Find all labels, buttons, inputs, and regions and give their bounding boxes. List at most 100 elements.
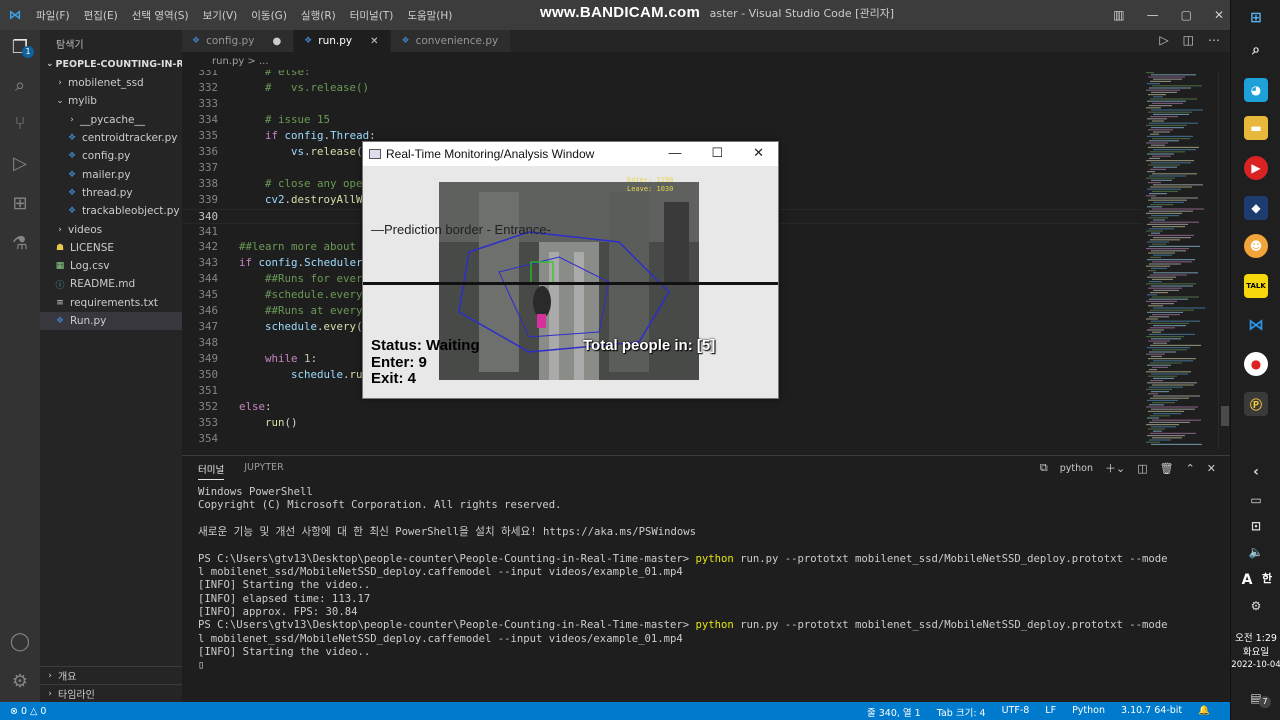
more-actions-icon[interactable]: ⋯ bbox=[1208, 33, 1220, 47]
terminal-output[interactable]: Windows PowerShell Copyright (C) Microsof… bbox=[198, 486, 1218, 673]
popup-maximize-button[interactable]: ☐ bbox=[711, 145, 723, 161]
popup-minimize-button[interactable]: — bbox=[668, 145, 681, 161]
code-line[interactable]: 334 # issue 15 bbox=[182, 113, 1142, 129]
popup-close-button[interactable]: ✕ bbox=[753, 145, 764, 161]
volume-icon[interactable]: 🔈 bbox=[1244, 540, 1268, 564]
tree-file[interactable]: ☗ LICENSE bbox=[40, 239, 182, 257]
editor-tab[interactable]: ❖ convenience.py bbox=[391, 30, 512, 52]
vscode-icon[interactable]: ⋈ bbox=[1244, 312, 1268, 336]
maximize-button[interactable]: ▢ bbox=[1181, 8, 1192, 22]
new-terminal-icon[interactable]: ＋⌄ bbox=[1105, 460, 1125, 476]
terminal-shell-label[interactable]: python bbox=[1060, 463, 1093, 474]
character-app-icon[interactable]: ☻ bbox=[1244, 234, 1268, 258]
interpreter-version[interactable]: 3.10.7 64-bit bbox=[1121, 705, 1182, 719]
menu-item[interactable]: 편집(E) bbox=[84, 8, 118, 23]
record-icon[interactable]: ● bbox=[1244, 352, 1268, 376]
cursor-position[interactable]: 줄 340, 열 1 bbox=[867, 705, 921, 719]
editor-tab[interactable]: ❖ config.py ● bbox=[182, 30, 295, 52]
run-debug-icon[interactable]: ▷ bbox=[8, 152, 32, 176]
menu-item[interactable]: 실행(R) bbox=[301, 8, 336, 23]
menu-item[interactable]: 파일(F) bbox=[36, 8, 70, 23]
trash-icon[interactable]: 🗑 bbox=[1160, 462, 1174, 475]
testing-icon[interactable]: ⚗ bbox=[8, 232, 32, 256]
split-editor-icon[interactable]: ◫ bbox=[1183, 33, 1194, 47]
menu-item[interactable]: 보기(V) bbox=[203, 8, 238, 23]
scrollbar-thumb[interactable] bbox=[1221, 406, 1229, 426]
problems-count[interactable]: ⊗ 0 △ 0 bbox=[10, 706, 46, 717]
code-line[interactable]: 352 else: bbox=[182, 400, 1142, 416]
tab-size[interactable]: Tab 크기: 4 bbox=[937, 705, 986, 719]
minimize-button[interactable]: — bbox=[1147, 8, 1159, 22]
minimap-line bbox=[1152, 173, 1197, 175]
code-line[interactable]: 332 # vs.release() bbox=[182, 81, 1142, 97]
account-icon[interactable]: ◯ bbox=[8, 630, 32, 654]
tree-file[interactable]: ≡ requirements.txt bbox=[40, 294, 182, 312]
tree-folder[interactable]: › videos bbox=[40, 220, 182, 238]
menu-item[interactable]: 터미널(T) bbox=[350, 8, 394, 23]
layout-icon[interactable]: ▥ bbox=[1113, 8, 1124, 22]
file-explorer-icon[interactable]: ▬ bbox=[1244, 116, 1268, 140]
unsaved-dot-icon[interactable]: ● bbox=[272, 36, 281, 47]
close-window-button[interactable]: ✕ bbox=[1214, 8, 1224, 22]
tree-file[interactable]: ❖ centroidtracker.py bbox=[40, 129, 182, 147]
python-icon[interactable]: Ⓟ bbox=[1244, 392, 1268, 416]
settings-gear-icon[interactable]: ⚙ bbox=[8, 670, 32, 694]
editor-tab[interactable]: ❖ run.py ✕ bbox=[294, 30, 392, 52]
encoding[interactable]: UTF-8 bbox=[1002, 705, 1030, 719]
code-line[interactable]: 354 bbox=[182, 432, 1142, 448]
tree-file[interactable]: ❖ config.py bbox=[40, 147, 182, 165]
popup-title-bar[interactable]: Real-Time Monitoring/Analysis Window — ☐… bbox=[363, 142, 778, 166]
chrome-bird-icon[interactable]: ◕ bbox=[1244, 78, 1268, 102]
network-icon[interactable]: ⊡ bbox=[1244, 514, 1268, 538]
split-terminal-icon[interactable]: ◫ bbox=[1137, 462, 1147, 475]
windows-start-icon[interactable]: ⊞ bbox=[1244, 6, 1268, 30]
maximize-panel-icon[interactable]: ⌃ bbox=[1186, 462, 1195, 475]
code-line[interactable]: 331 # else: bbox=[182, 70, 1142, 81]
chevron-left-icon[interactable]: ‹ bbox=[1244, 460, 1268, 484]
menu-item[interactable]: 선택 영역(S) bbox=[132, 8, 189, 23]
close-tab-icon[interactable]: ✕ bbox=[370, 36, 378, 47]
tree-file[interactable]: ❖ thread.py bbox=[40, 184, 182, 202]
minimap[interactable] bbox=[1142, 70, 1218, 450]
terminal-shell-icon[interactable]: ⧉ bbox=[1040, 461, 1048, 475]
menu-item[interactable]: 도움말(H) bbox=[407, 8, 452, 23]
youtube-icon[interactable]: ▶ bbox=[1244, 156, 1268, 180]
tree-file[interactable]: ▦ Log.csv bbox=[40, 257, 182, 275]
feedback-icon[interactable]: 🔔 bbox=[1198, 705, 1210, 719]
code-line[interactable]: 353 run() bbox=[182, 416, 1142, 432]
close-panel-icon[interactable]: ✕ bbox=[1207, 462, 1216, 475]
tree-file[interactable]: ❖ trackableobject.py bbox=[40, 202, 182, 220]
eol[interactable]: LF bbox=[1045, 705, 1056, 719]
editor-scrollbar[interactable] bbox=[1218, 70, 1230, 450]
search-icon[interactable]: ⌕ bbox=[1244, 38, 1268, 62]
menu-item[interactable]: 이동(G) bbox=[251, 8, 287, 23]
outline-section[interactable]: › 개요 bbox=[40, 666, 182, 684]
status-problems[interactable]: ⊗ 0 △ 0 bbox=[0, 706, 46, 717]
clock-time[interactable]: 오전 1:29 bbox=[1231, 630, 1280, 644]
tab-terminal[interactable]: 터미널 bbox=[198, 462, 225, 480]
run-python-icon[interactable]: ▷ bbox=[1159, 33, 1168, 47]
language-mode[interactable]: Python bbox=[1072, 705, 1105, 719]
project-folder-header[interactable]: ⌄ PEOPLE-COUNTING-IN-RE... bbox=[40, 54, 182, 74]
clock-date[interactable]: 2022-10-04 bbox=[1231, 660, 1280, 670]
tree-folder[interactable]: › mobilenet_ssd bbox=[40, 74, 182, 92]
tree-file[interactable]: ❖ mailer.py bbox=[40, 165, 182, 183]
ime-hangul[interactable]: 한 bbox=[1255, 566, 1279, 590]
code-line[interactable]: 333 bbox=[182, 97, 1142, 113]
settings-icon[interactable]: ⚙ bbox=[1244, 594, 1268, 618]
tab-jupyter[interactable]: JUPYTER bbox=[244, 462, 283, 480]
tree-file[interactable]: ⓘ README.md bbox=[40, 275, 182, 293]
kakaotalk-icon[interactable]: TALK bbox=[1244, 274, 1268, 298]
monitoring-window[interactable]: Real-Time Monitoring/Analysis Window — ☐… bbox=[362, 141, 779, 399]
timeline-section[interactable]: › 타임라인 bbox=[40, 684, 182, 702]
source-control-icon[interactable]: ⑂ bbox=[8, 112, 32, 136]
tree-folder[interactable]: › __pycache__ bbox=[40, 111, 182, 129]
clock-day[interactable]: 화요일 bbox=[1231, 644, 1280, 658]
tree-file[interactable]: ❖ Run.py bbox=[40, 311, 182, 331]
tree-folder[interactable]: ⌄ mylib bbox=[40, 92, 182, 110]
extensions-icon[interactable]: ⊞ bbox=[8, 192, 32, 216]
breadcrumb[interactable]: run.py > ... bbox=[182, 52, 1230, 70]
app-icon[interactable]: ◆ bbox=[1244, 196, 1268, 220]
search-icon[interactable]: ⌕ bbox=[8, 74, 32, 98]
battery-icon[interactable]: ▭ bbox=[1244, 488, 1268, 512]
